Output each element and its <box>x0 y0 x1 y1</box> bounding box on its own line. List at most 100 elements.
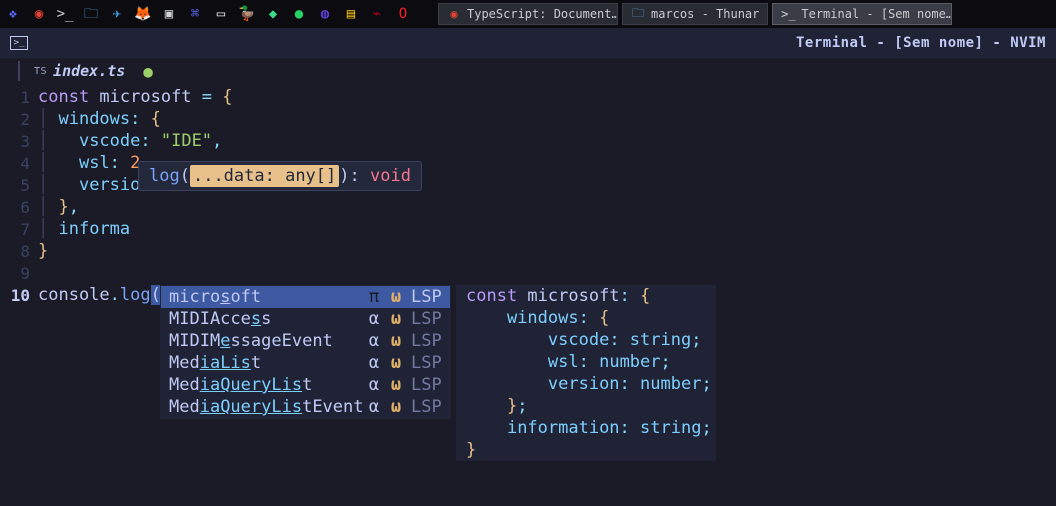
doc-line: version: number; <box>466 373 706 395</box>
os-taskbar: ❖ ◉ >_ 🗀 ✈ 🦊 ▣ ⌘ ▭ 🦆 ◆ ● ◍ ▤ ⌁ O ◉ TypeScript: Document…… <box>0 0 1056 28</box>
line-content: │ vscode: "IDE", <box>38 131 222 151</box>
task-chrome-icon: ◉ <box>447 7 461 21</box>
doc-line: } <box>466 439 706 461</box>
doc-icon[interactable]: ▭ <box>212 5 230 23</box>
modified-dot-icon: ● <box>143 62 153 81</box>
signature-active-param: ...data: any[] <box>190 165 339 187</box>
completion-item[interactable]: MediaList αω LSP <box>161 352 450 374</box>
completion-word: MediaQueryList <box>169 375 359 395</box>
task-thunar-label: marcos - Thunar <box>651 7 759 21</box>
completion-item[interactable]: MIDIMessageEventαωLSP <box>161 330 450 352</box>
taskbar-windows: ◉ TypeScript: Document… 🗀 marcos - Thunar >_… <box>438 3 952 25</box>
line-number: 7 <box>0 220 38 239</box>
tab-separator <box>18 61 20 81</box>
completion-item[interactable]: MediaQueryListEventαωLSP <box>161 396 450 418</box>
task-thunar[interactable]: 🗀 marcos - Thunar <box>622 3 768 25</box>
line-content: const microsoft = { <box>38 87 233 107</box>
completion-kind-icon: ω <box>389 353 403 373</box>
code-line[interactable]: 7│ informa <box>0 218 1056 240</box>
signature-return: void <box>370 166 411 186</box>
completion-symbol-icon: α <box>367 375 381 395</box>
thunderbird-icon[interactable]: ✈ <box>108 5 126 23</box>
task-chrome[interactable]: ◉ TypeScript: Document… <box>438 3 618 25</box>
completion-item[interactable]: MIDIAccess αω LSP <box>161 308 450 330</box>
completion-source: LSP <box>411 375 442 395</box>
completion-menu[interactable]: microsoftπωLSPMIDIAccessαωLSPMIDIMessage… <box>160 285 451 419</box>
buffer-filename[interactable]: index.ts <box>53 62 125 80</box>
line-number: 6 <box>0 198 38 217</box>
line-number: 5 <box>0 176 38 195</box>
task-chrome-label: TypeScript: Document… <box>467 7 618 21</box>
doc-line: windows: { <box>466 307 706 329</box>
line-content: │ }, <box>38 197 79 217</box>
line-number: 4 <box>0 154 38 173</box>
completion-kind-icon: ω <box>389 397 403 417</box>
terminal-shortcut-icon[interactable]: >_ <box>56 5 74 23</box>
completion-kind-icon: ω <box>389 309 403 329</box>
tray-icons: ❖ ◉ >_ 🗀 ✈ 🦊 ▣ ⌘ ▭ 🦆 ◆ ● ◍ ▤ ⌁ O <box>4 5 412 23</box>
completion-word: MIDIAccess <box>169 309 359 329</box>
completion-word: MediaList <box>169 353 359 373</box>
line-number: 8 <box>0 242 38 261</box>
completion-kind-icon: ω <box>389 331 403 351</box>
terminal-title: Terminal - [Sem nome] - NVIM <box>796 35 1046 51</box>
launcher-icon[interactable]: ❖ <box>4 5 22 23</box>
completion-symbol-icon: π <box>367 287 381 307</box>
notes-icon[interactable]: ▤ <box>342 5 360 23</box>
proton-icon[interactable]: ◍ <box>316 5 334 23</box>
buffer-tabline[interactable]: TS index.ts ● <box>0 58 1056 84</box>
files-icon[interactable]: 🗀 <box>82 5 100 23</box>
code-line[interactable]: 8} <box>0 240 1056 262</box>
line-number: 10 <box>0 286 38 305</box>
completion-source: LSP <box>411 287 442 307</box>
terminal-titlebar: >_ Terminal - [Sem nome] - NVIM <box>0 28 1056 58</box>
code-line[interactable]: 6│ }, <box>0 196 1056 218</box>
code-line[interactable]: 3│ vscode: "IDE", <box>0 130 1056 152</box>
line-number: 2 <box>0 110 38 129</box>
line-content: │ informa <box>38 219 130 239</box>
signature-help-popup: log(...data: any[]): void <box>138 161 422 191</box>
completion-kind-icon: ω <box>389 375 403 395</box>
android-icon[interactable]: ◆ <box>264 5 282 23</box>
doc-line: information: string; <box>466 417 706 439</box>
completion-source: LSP <box>411 397 442 417</box>
signature-fn: log <box>149 166 180 186</box>
line-number: 9 <box>0 264 38 283</box>
completion-word: microsoft <box>169 287 359 307</box>
chrome-icon[interactable]: ◉ <box>30 5 48 23</box>
duck-icon[interactable]: 🦆 <box>238 5 256 23</box>
xterm-icon[interactable]: ▣ <box>160 5 178 23</box>
editor-area[interactable]: TS index.ts ● 1const microsoft = {2│ win… <box>0 58 1056 306</box>
line-number: 1 <box>0 88 38 107</box>
dev-icon[interactable]: ⌁ <box>368 5 386 23</box>
completion-doc-preview: const microsoft: { windows: { vscode: st… <box>456 285 716 461</box>
code-body[interactable]: 1const microsoft = {2│ windows: {3│ vsco… <box>0 84 1056 306</box>
completion-source: LSP <box>411 353 442 373</box>
code-line[interactable]: 2│ windows: { <box>0 108 1056 130</box>
task-thunar-icon: 🗀 <box>631 7 645 21</box>
terminal-icon: >_ <box>10 36 28 50</box>
discord-icon[interactable]: ⌘ <box>186 5 204 23</box>
doc-line: wsl: number; <box>466 351 706 373</box>
code-line[interactable]: 1const microsoft = { <box>0 86 1056 108</box>
task-terminal-label: Terminal - [Sem nome… <box>801 7 952 21</box>
line-number: 3 <box>0 132 38 151</box>
code-line[interactable]: 9 <box>0 262 1056 284</box>
completion-item[interactable]: MediaQueryList αω LSP <box>161 374 450 396</box>
task-terminal-icon: >_ <box>781 7 795 21</box>
signature-open: ( <box>180 166 190 186</box>
task-terminal[interactable]: >_ Terminal - [Sem nome… <box>772 3 952 25</box>
completion-item[interactable]: microsoft πω LSP <box>161 286 450 308</box>
filetype-badge: TS <box>34 66 47 77</box>
completion-symbol-icon: α <box>367 309 381 329</box>
firefox-icon[interactable]: 🦊 <box>134 5 152 23</box>
opera-icon[interactable]: O <box>394 5 412 23</box>
completion-kind-icon: ω <box>389 287 403 307</box>
signature-colon: : <box>350 166 370 186</box>
line-content: │ windows: { <box>38 109 161 129</box>
completion-symbol-icon: α <box>367 353 381 373</box>
completion-source: LSP <box>411 331 442 351</box>
whatsapp-icon[interactable]: ● <box>290 5 308 23</box>
completion-source: LSP <box>411 309 442 329</box>
completion-word: MIDIMessageEvent <box>169 331 359 351</box>
